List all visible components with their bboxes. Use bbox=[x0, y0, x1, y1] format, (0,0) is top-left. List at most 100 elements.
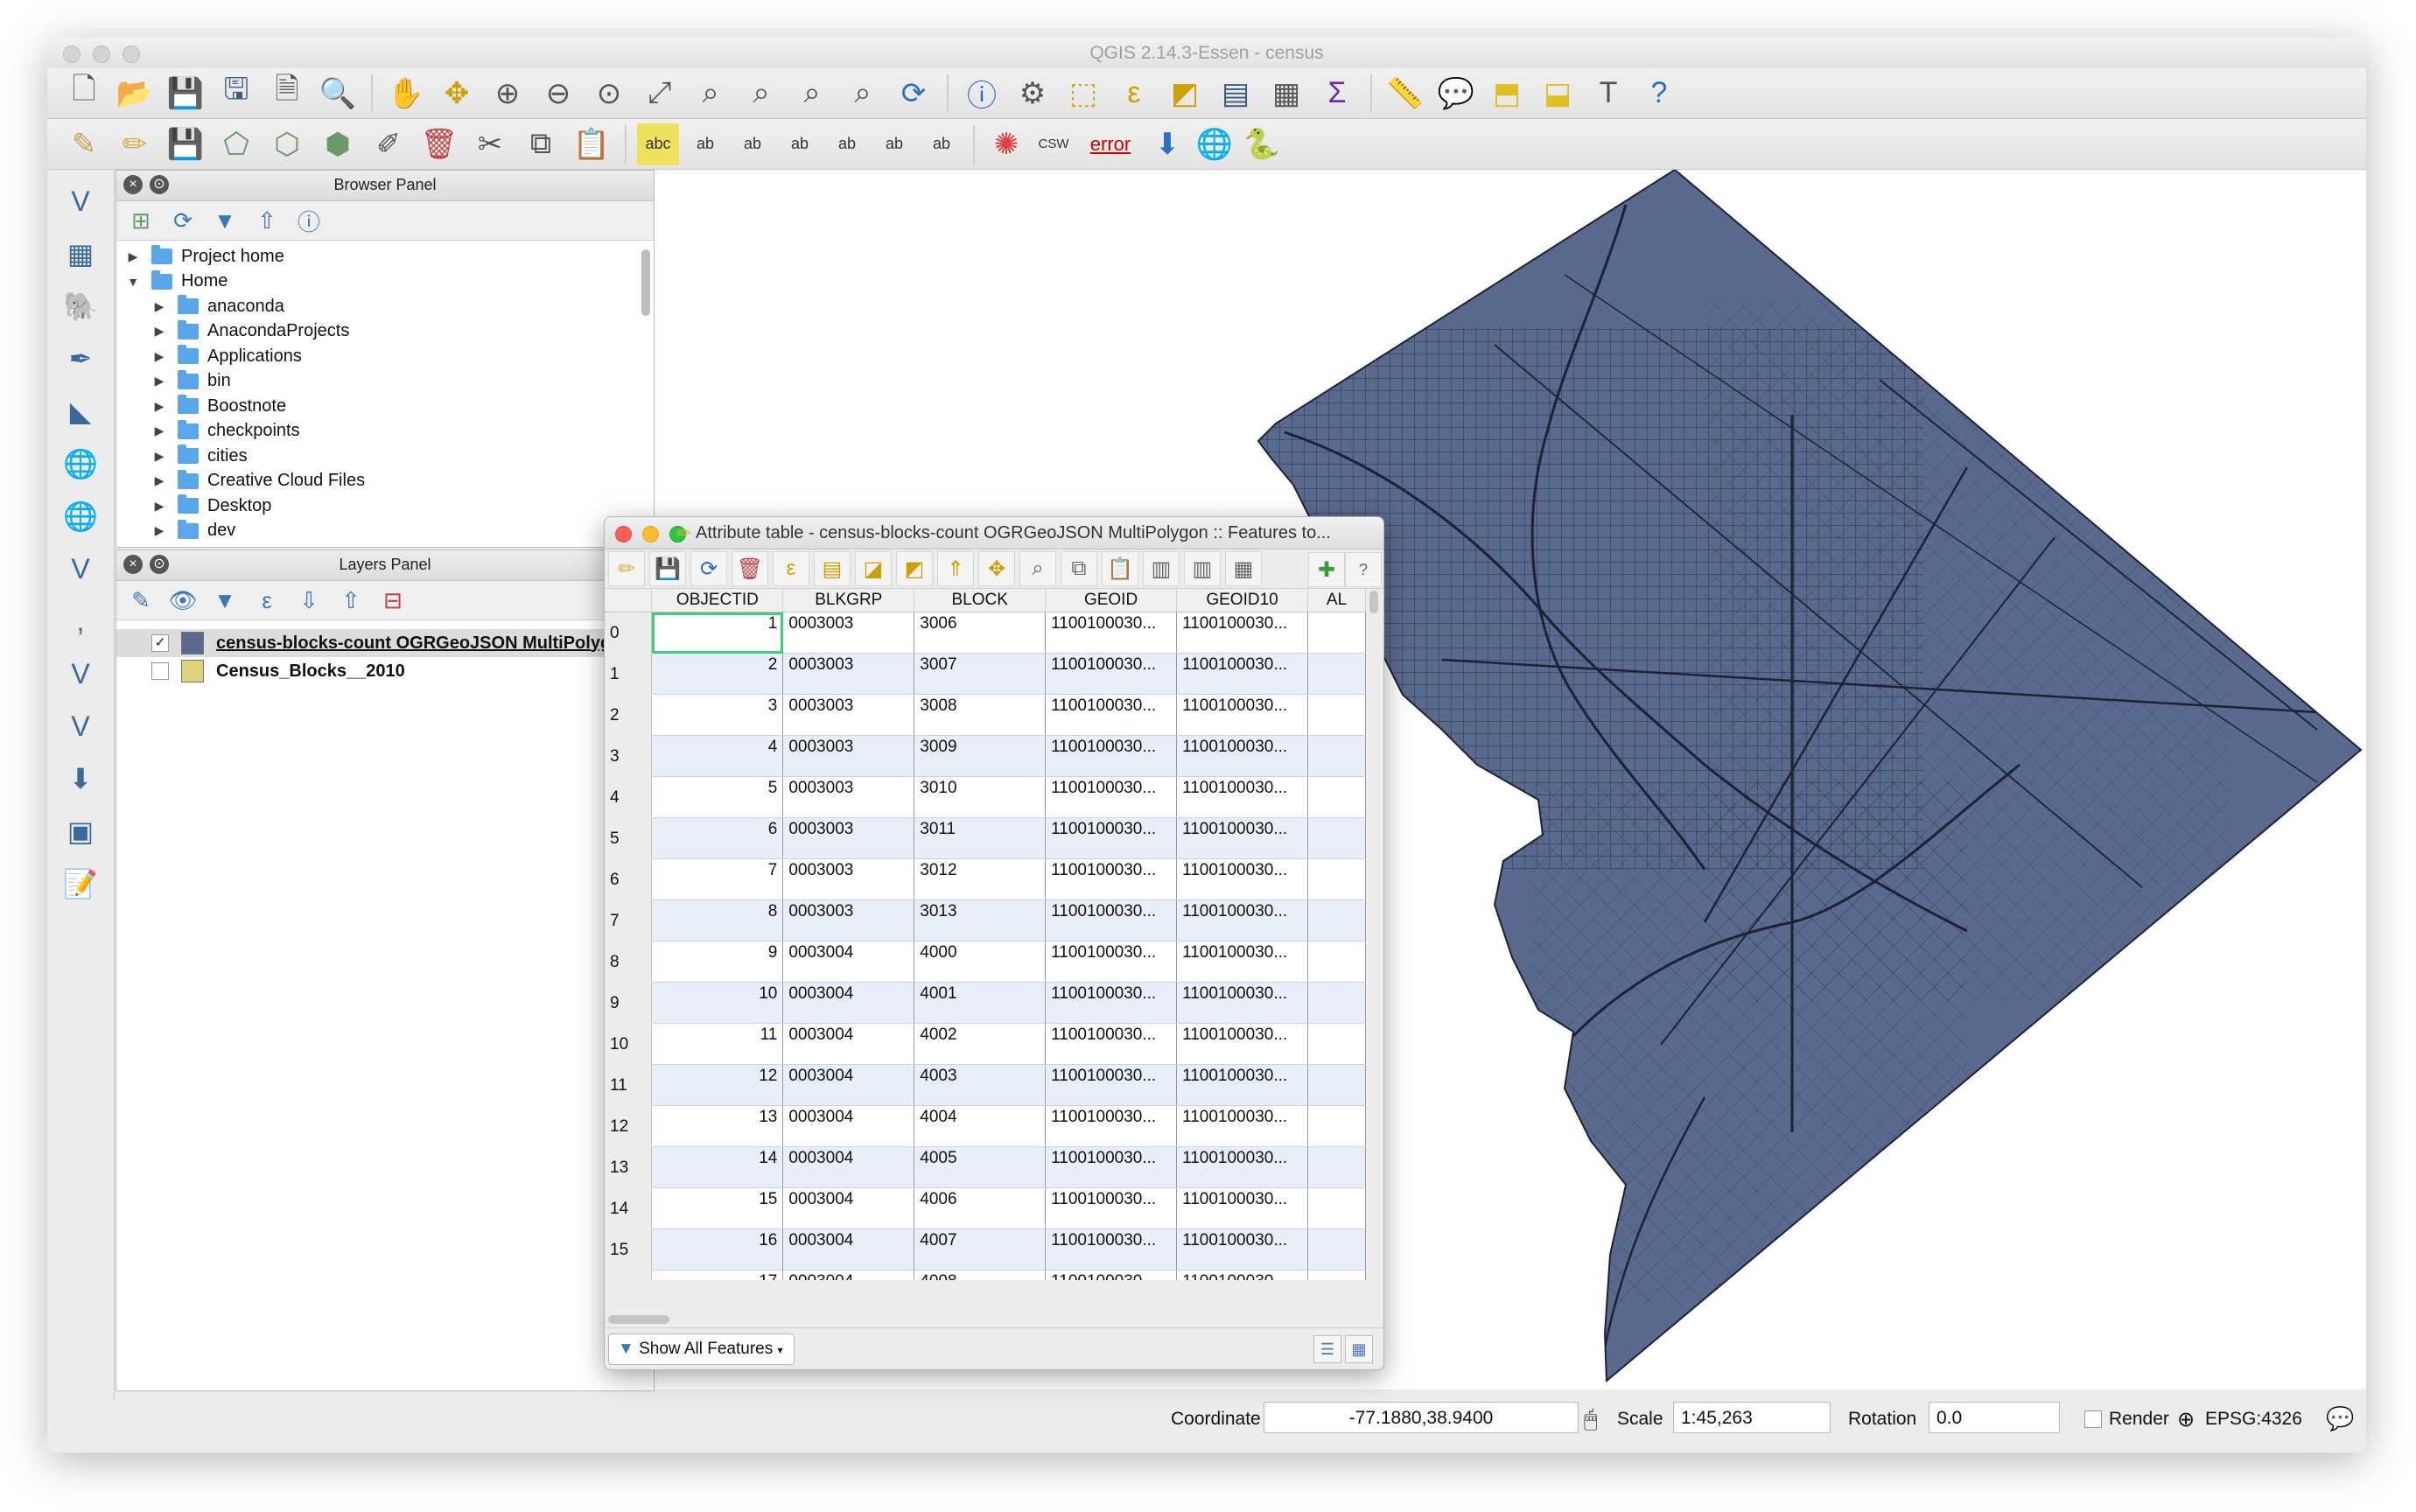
collapsed-arrow-icon[interactable]: ▶ bbox=[151, 399, 167, 414]
table-cell-blkgrp[interactable]: 0003003 bbox=[782, 612, 915, 654]
table-cell-geoid[interactable]: 1100100030... bbox=[1045, 694, 1178, 736]
table-cell-blkgrp[interactable]: 0003004 bbox=[782, 1146, 915, 1188]
row-number[interactable]: 4 bbox=[605, 776, 653, 818]
table-row[interactable]: 5 6 0003003 3011 1100100030... 1100100030... bbox=[605, 817, 1366, 859]
toggle-editing-icon[interactable]: ✏ bbox=[112, 123, 158, 165]
add-wms-layer-icon[interactable]: 🌐 bbox=[58, 443, 103, 485]
add-virtual-layer-icon[interactable]: V bbox=[58, 653, 103, 695]
table-cell-al[interactable] bbox=[1307, 653, 1366, 695]
close-window-button[interactable] bbox=[615, 526, 632, 542]
table-cell-block[interactable]: 3006 bbox=[914, 612, 1047, 654]
table-cell-objectid[interactable]: 14 bbox=[651, 1146, 784, 1188]
table-cell-objectid[interactable]: 2 bbox=[651, 653, 784, 695]
save-as-icon[interactable]: 🖫 bbox=[214, 73, 259, 115]
table-cell-al[interactable] bbox=[1307, 1187, 1366, 1229]
delete-selected-icon[interactable]: 🗑 bbox=[732, 551, 768, 586]
table-cell-objectid[interactable]: 11 bbox=[651, 1023, 784, 1065]
invert-selection-icon[interactable]: ◪ bbox=[855, 551, 892, 586]
coordinate-field[interactable]: -77.1880,38.9400 bbox=[1264, 1402, 1579, 1433]
select-all-icon[interactable]: ▤ bbox=[814, 551, 851, 586]
table-cell-al[interactable] bbox=[1307, 1270, 1366, 1280]
add-raster-layer-icon[interactable]: ▦ bbox=[58, 233, 103, 275]
delete-selected-icon[interactable]: 🗑 bbox=[417, 123, 462, 165]
table-vertical-scrollbar[interactable] bbox=[1369, 591, 1378, 613]
collapsed-arrow-icon[interactable]: ▶ bbox=[151, 374, 167, 388]
table-cell-block[interactable]: 3013 bbox=[914, 900, 1047, 942]
browser-tree-item[interactable]: ▶ Project home bbox=[116, 244, 654, 270]
table-cell-al[interactable] bbox=[1307, 941, 1366, 983]
row-number[interactable]: 0 bbox=[605, 612, 653, 654]
table-cell-blkgrp[interactable]: 0003003 bbox=[782, 858, 915, 900]
minimize-window-button[interactable] bbox=[642, 526, 659, 542]
table-cell-geoid[interactable]: 1100100030... bbox=[1045, 1228, 1178, 1270]
table-cell-block[interactable]: 3008 bbox=[914, 694, 1047, 736]
pan-icon[interactable]: ✋ bbox=[383, 73, 429, 115]
browser-scrollbar[interactable] bbox=[641, 249, 650, 316]
new-gpx-layer-icon[interactable]: 📝 bbox=[58, 863, 103, 905]
table-cell-block[interactable]: 4003 bbox=[914, 1064, 1047, 1106]
zoom-to-selection-icon[interactable]: ⌕ bbox=[1019, 551, 1056, 586]
column-header[interactable]: BLKGRP bbox=[782, 589, 915, 612]
table-cell-al[interactable] bbox=[1307, 858, 1366, 900]
table-cell-objectid[interactable]: 16 bbox=[651, 1228, 784, 1270]
copy-features-icon[interactable]: ⧉ bbox=[518, 123, 564, 165]
table-cell-objectid[interactable]: 15 bbox=[651, 1187, 784, 1229]
table-cell-geoid[interactable]: 1100100030... bbox=[1045, 735, 1178, 777]
new-shapefile-layer-icon[interactable]: V bbox=[58, 705, 103, 747]
save-edits-icon[interactable]: 💾 bbox=[649, 551, 686, 586]
row-number[interactable]: 15 bbox=[605, 1228, 653, 1270]
browser-tree-item[interactable]: ▼ Home bbox=[116, 270, 654, 295]
column-header[interactable]: GEOID10 bbox=[1176, 589, 1309, 612]
composer-manager-icon[interactable]: 🔍 bbox=[315, 73, 361, 115]
map-tips-icon[interactable]: 💬 bbox=[1433, 73, 1479, 115]
row-number[interactable]: 10 bbox=[605, 1023, 653, 1065]
new-project-icon[interactable]: 🗋 bbox=[61, 73, 107, 115]
delete-column-icon[interactable]: ▥ bbox=[1143, 551, 1180, 586]
browser-tree-item[interactable]: ▶ bin bbox=[116, 369, 654, 395]
table-row[interactable]: 11 12 0003004 4003 1100100030... 1100100030..… bbox=[605, 1064, 1366, 1106]
table-cell-block[interactable]: 4005 bbox=[914, 1146, 1047, 1188]
collapsed-arrow-icon[interactable]: ▶ bbox=[151, 449, 167, 464]
select-features-icon[interactable]: ⬚ bbox=[1061, 73, 1106, 115]
table-cell-block[interactable]: 3012 bbox=[914, 858, 1047, 900]
column-header[interactable]: BLOCK bbox=[914, 589, 1047, 612]
table-cell-block[interactable]: 4002 bbox=[914, 1023, 1047, 1065]
row-number[interactable]: 2 bbox=[605, 694, 653, 736]
table-cell-geoid[interactable]: 1100100030... bbox=[1045, 1270, 1178, 1280]
browser-tree-item[interactable]: ▶ cities bbox=[116, 444, 654, 469]
table-cell-objectid[interactable]: 10 bbox=[651, 982, 784, 1024]
label-highlight-icon[interactable]: ab bbox=[732, 123, 774, 165]
layer-item[interactable]: ✓ census-blocks-count OGRGeoJSON MultiPo… bbox=[116, 629, 654, 657]
collapsed-arrow-icon[interactable]: ▶ bbox=[151, 324, 167, 339]
zoom-actual-icon[interactable]: ⊙ bbox=[586, 73, 632, 115]
table-cell-objectid[interactable]: 4 bbox=[651, 735, 784, 777]
table-row[interactable]: 8 9 0003004 4000 1100100030... 1100100030... bbox=[605, 941, 1366, 983]
measure-icon[interactable]: 📏 bbox=[1383, 73, 1428, 115]
zoom-to-layer-icon[interactable]: ⌕ bbox=[739, 73, 784, 115]
collapsed-arrow-icon[interactable]: ▶ bbox=[151, 424, 167, 438]
add-wcs-layer-icon[interactable]: 🌐 bbox=[58, 495, 103, 537]
table-cell-al[interactable] bbox=[1307, 1228, 1366, 1270]
table-cell-al[interactable] bbox=[1307, 735, 1366, 777]
table-row[interactable]: 1617000300440081100100030...1100100030..… bbox=[605, 1270, 1366, 1280]
table-cell-objectid[interactable]: 3 bbox=[651, 694, 784, 736]
crs-label[interactable]: EPSG:4326 bbox=[2205, 1409, 2302, 1430]
add-mssql-layer-icon[interactable]: ◣ bbox=[58, 390, 103, 432]
table-cell-geoid10[interactable]: 1100100030... bbox=[1176, 941, 1309, 983]
table-cell-block[interactable]: 3007 bbox=[914, 653, 1047, 695]
label-change-icon[interactable]: ab bbox=[921, 123, 963, 165]
table-cell-geoid[interactable]: 1100100030... bbox=[1045, 653, 1178, 695]
table-cell-block[interactable]: 4006 bbox=[914, 1187, 1047, 1229]
table-cell-geoid[interactable]: 1100100030... bbox=[1045, 1023, 1178, 1065]
table-cell-geoid10[interactable]: 1100100030... bbox=[1176, 1187, 1309, 1229]
refresh-icon[interactable]: ⟳ bbox=[891, 73, 936, 115]
table-cell-geoid10[interactable]: 1100100030... bbox=[1176, 1228, 1309, 1270]
label-show-hide-icon[interactable]: ab bbox=[779, 123, 821, 165]
scale-field[interactable]: 1:45,263 bbox=[1673, 1402, 1831, 1433]
table-cell-geoid10[interactable]: 1100100030... bbox=[1176, 1270, 1309, 1280]
browser-tree-item[interactable]: ▶ Creative Cloud Files bbox=[116, 469, 654, 494]
table-cell-blkgrp[interactable]: 0003004 bbox=[782, 941, 915, 983]
paste-features-icon[interactable]: 📋 bbox=[1102, 551, 1138, 586]
row-number[interactable]: 5 bbox=[605, 817, 653, 859]
zoom-in-icon[interactable]: ⊕ bbox=[485, 73, 530, 115]
